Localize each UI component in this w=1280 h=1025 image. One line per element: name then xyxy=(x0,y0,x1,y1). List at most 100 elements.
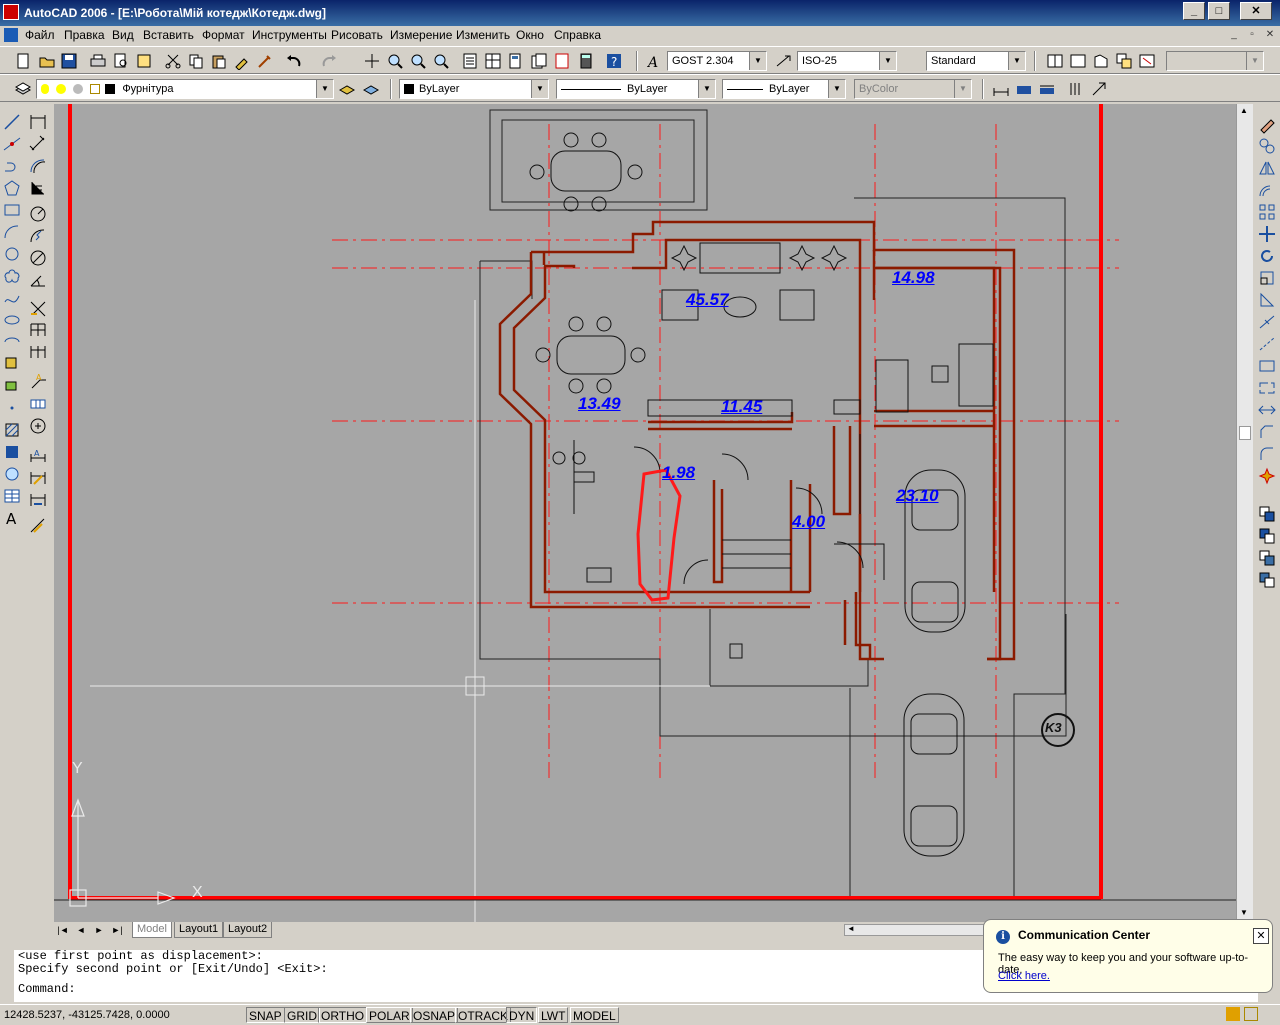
plot-preview-icon[interactable] xyxy=(112,52,130,70)
vertical-scrollbar[interactable]: ▲ ▼ xyxy=(1236,104,1253,922)
quick-dimension-icon[interactable] xyxy=(28,298,48,318)
ellipse-arc-icon[interactable] xyxy=(2,332,22,352)
menu-tools[interactable]: Инструменты xyxy=(252,28,327,42)
offset-icon[interactable] xyxy=(1257,180,1277,200)
menu-help[interactable]: Справка xyxy=(554,28,601,42)
linear-dimension-icon[interactable] xyxy=(28,112,48,132)
center-mark-icon[interactable] xyxy=(28,416,48,436)
polar-toggle[interactable]: POLAR xyxy=(366,1007,413,1023)
hatch-icon[interactable] xyxy=(2,420,22,440)
copy-icon[interactable] xyxy=(187,52,205,70)
break-icon[interactable] xyxy=(1257,378,1277,398)
mirror-icon[interactable] xyxy=(1257,158,1277,178)
tab-layout2[interactable]: Layout2 xyxy=(223,922,273,938)
chevron-down-icon[interactable]: ▼ xyxy=(879,52,896,70)
point-icon[interactable] xyxy=(2,398,22,418)
osnap-toggle[interactable]: OSNAP xyxy=(410,1007,459,1023)
table-icon[interactable] xyxy=(2,486,22,506)
model-toggle[interactable]: MODEL xyxy=(570,1007,619,1023)
menu-dimension[interactable]: Измерение xyxy=(390,28,452,42)
copy-object-icon[interactable] xyxy=(1257,136,1277,156)
multiline-text-icon[interactable]: A xyxy=(2,508,22,528)
layer-viewport-icon[interactable] xyxy=(73,84,84,95)
send-under-icon[interactable] xyxy=(1257,570,1277,590)
open-icon[interactable] xyxy=(38,52,56,70)
tab-model[interactable]: Model xyxy=(132,922,172,938)
rectangle-icon[interactable] xyxy=(2,200,22,220)
plotstyle-select[interactable]: ByColor ▼ xyxy=(854,79,972,99)
next-tab-button[interactable]: ► xyxy=(92,923,106,937)
bring-to-front-icon[interactable] xyxy=(1257,504,1277,524)
document-icon[interactable] xyxy=(4,28,18,42)
menu-format[interactable]: Формат xyxy=(202,28,245,42)
bring-above-icon[interactable] xyxy=(1257,548,1277,568)
ordinate-icon[interactable] xyxy=(28,178,48,198)
click-here-link[interactable]: Click here. xyxy=(998,970,1050,982)
explode-icon[interactable] xyxy=(1257,466,1277,486)
chevron-down-icon[interactable]: ▼ xyxy=(1008,52,1025,70)
layer-previous-icon[interactable] xyxy=(362,80,380,98)
fillet-icon[interactable] xyxy=(1257,444,1277,464)
radius-icon[interactable] xyxy=(28,204,48,224)
menu-file[interactable]: Файл xyxy=(25,28,55,42)
minimize-button[interactable]: _ xyxy=(1183,2,1205,20)
markup-icon[interactable] xyxy=(553,52,571,70)
drawing-canvas[interactable]: 45.57 14.98 13.49 11.45 23.10 4.00 1.98 … xyxy=(54,104,1236,922)
lock-icon[interactable] xyxy=(90,84,101,95)
lock-icon[interactable] xyxy=(1244,1007,1258,1021)
properties-icon[interactable] xyxy=(461,52,479,70)
sheet-set-icon[interactable] xyxy=(530,52,548,70)
lwt-toggle[interactable]: LWT xyxy=(538,1007,569,1023)
chevron-down-icon[interactable]: ▼ xyxy=(828,80,845,98)
table-style-select[interactable]: Standard ▼ xyxy=(926,51,1026,71)
doc-minimize-icon[interactable]: _ xyxy=(1227,28,1241,42)
text-style-select[interactable]: GOST 2.304 ▼ xyxy=(667,51,767,71)
dimension-edit-icon[interactable]: A xyxy=(28,446,48,466)
menu-modify[interactable]: Изменить xyxy=(456,28,510,42)
scale-icon[interactable] xyxy=(1257,268,1277,288)
design-center-icon[interactable] xyxy=(484,52,502,70)
snap-toggle[interactable]: SNAP xyxy=(246,1007,285,1023)
single-viewport-icon[interactable] xyxy=(1069,52,1087,70)
color-select[interactable]: ByLayer ▼ xyxy=(399,79,549,99)
dim-style-icon[interactable] xyxy=(775,52,793,70)
chevron-down-icon[interactable]: ▼ xyxy=(954,80,971,98)
tool-palettes-icon[interactable] xyxy=(507,52,525,70)
rotate-icon[interactable] xyxy=(1257,246,1277,266)
diameter-icon[interactable] xyxy=(28,248,48,268)
aligned-dim-icon[interactable] xyxy=(1015,80,1033,98)
tab-layout1[interactable]: Layout1 xyxy=(174,922,224,938)
convert-viewport-icon[interactable] xyxy=(1115,52,1133,70)
first-tab-button[interactable]: |◄ xyxy=(56,923,70,937)
zoom-previous-icon[interactable] xyxy=(432,52,450,70)
dyn-toggle[interactable]: DYN xyxy=(506,1007,538,1023)
jogged-icon[interactable] xyxy=(28,226,48,246)
viewport-scale-select[interactable]: ▼ xyxy=(1166,51,1264,71)
chevron-down-icon[interactable]: ▼ xyxy=(749,52,766,70)
publish-icon[interactable] xyxy=(135,52,153,70)
match-properties-icon[interactable] xyxy=(233,52,251,70)
close-button[interactable]: ✕ xyxy=(1240,2,1272,20)
circle-icon[interactable] xyxy=(2,244,22,264)
viewport-dialog-icon[interactable] xyxy=(1046,52,1064,70)
line-icon[interactable] xyxy=(2,112,22,132)
chevron-down-icon[interactable]: ▼ xyxy=(698,80,715,98)
coordinate-readout[interactable]: 12428.5237, -43125.7428, 0.0000 xyxy=(4,1009,170,1021)
quick-dim-icon[interactable] xyxy=(1067,80,1085,98)
extend-icon[interactable] xyxy=(1257,334,1277,354)
last-tab-button[interactable]: ►| xyxy=(110,923,124,937)
move-icon[interactable] xyxy=(1257,224,1277,244)
dim-style-edit-icon[interactable] xyxy=(28,516,48,536)
dimension-update-icon[interactable] xyxy=(1090,80,1108,98)
chevron-down-icon[interactable]: ▼ xyxy=(1246,52,1263,70)
cut-icon[interactable] xyxy=(164,52,182,70)
lineweight-select[interactable]: ByLayer ▼ xyxy=(722,79,846,99)
maximize-button[interactable]: □ xyxy=(1208,2,1230,20)
polygonal-viewport-icon[interactable] xyxy=(1092,52,1110,70)
doc-restore-icon[interactable]: ▫ xyxy=(1245,28,1259,42)
polyline-icon[interactable] xyxy=(2,156,22,176)
layer-manager-icon[interactable] xyxy=(14,80,32,98)
layer-thaw-icon[interactable] xyxy=(56,84,67,95)
scroll-thumb[interactable] xyxy=(1239,426,1251,440)
redo-icon[interactable] xyxy=(320,52,338,70)
